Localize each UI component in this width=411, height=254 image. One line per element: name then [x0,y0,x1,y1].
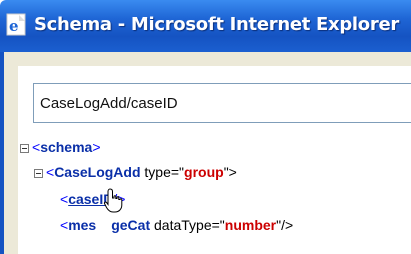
schema-tag: schema [40,139,93,155]
hand-cursor-icon [103,188,123,213]
tree-row-caselogadd: <CaseLogAdd type="group"> [34,163,237,181]
window-title: Schema - Microsoft Internet Explorer [34,14,399,35]
type-value: group [184,164,224,180]
path-input[interactable] [33,83,411,123]
messagecat-tag-end[interactable]: geCat [111,217,150,233]
browser-window: <schema> <CaseLogAdd type="group"> <case… [0,52,411,254]
internet-explorer-icon: e [6,13,26,36]
tree-row-messagecat: <mes geCat dataType="number"/> [60,217,294,233]
messagecat-tag-start[interactable]: mes [68,217,96,233]
tree-row-schema: <schema> [20,138,101,156]
title-bar[interactable]: e Schema - Microsoft Internet Explorer [0,0,411,52]
datatype-value: number [224,217,277,233]
svg-text:e: e [9,17,19,35]
collapse-toggle-icon[interactable] [34,168,43,178]
collapse-toggle-icon[interactable] [20,143,29,153]
caselogadd-tag: CaseLogAdd [54,164,141,180]
page-content: <schema> <CaseLogAdd type="group"> <case… [18,66,411,254]
